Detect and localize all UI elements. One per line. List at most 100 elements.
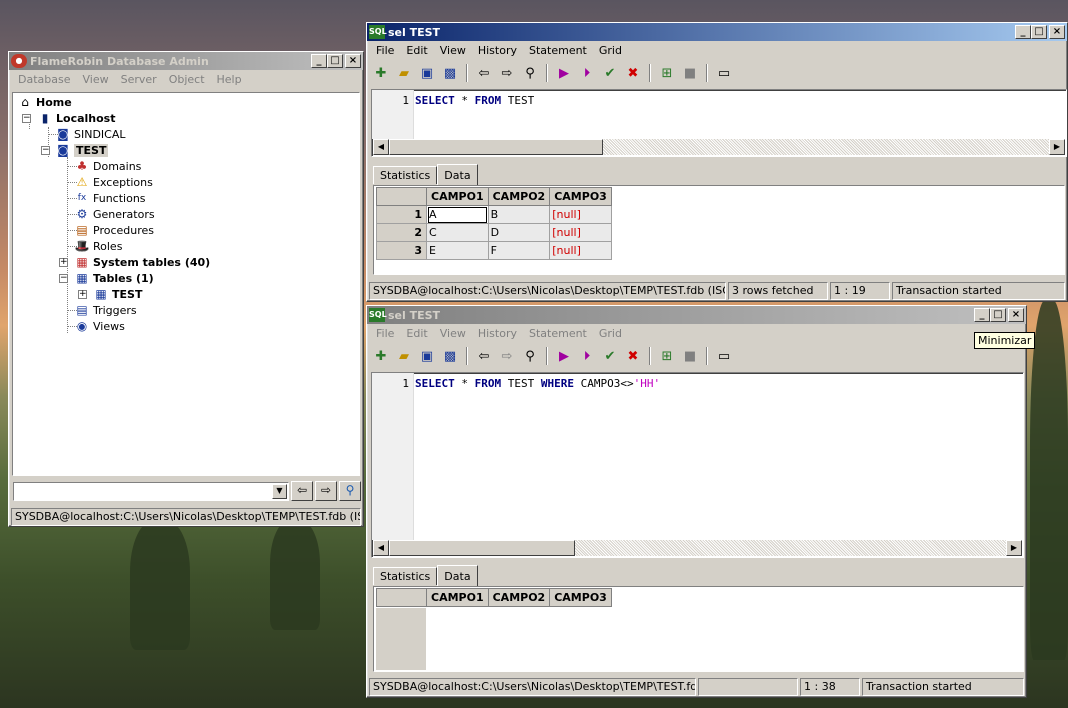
menu-view[interactable]: View xyxy=(434,44,472,57)
table-row[interactable]: 3 E F [null] xyxy=(376,241,612,260)
scroll-right-arrow[interactable]: ▶ xyxy=(1049,139,1065,155)
sql2-editor[interactable]: 1 SELECT * FROM TEST WHERE CAMPO3<>'HH' … xyxy=(371,372,1024,558)
forward-button[interactable]: ⇨ xyxy=(315,481,337,501)
tree-item-roles[interactable]: 🎩 Roles xyxy=(74,238,123,254)
menu-help[interactable]: Help xyxy=(211,73,248,86)
tab-statistics[interactable]: Statistics xyxy=(373,567,438,585)
tree-item-domains[interactable]: ♣ Domains xyxy=(74,158,142,174)
toggle-split-icon[interactable]: ▭ xyxy=(714,63,734,83)
column-header[interactable]: CAMPO3 xyxy=(549,187,612,206)
delete-row-icon[interactable]: ■ xyxy=(680,346,700,366)
rollback-x-icon[interactable]: ✖ xyxy=(623,63,643,83)
menu-file[interactable]: File xyxy=(370,44,400,57)
horizontal-scrollbar[interactable]: ◀ ▶ xyxy=(373,540,1022,556)
minimize-button[interactable]: _ xyxy=(311,54,327,68)
maximize-button[interactable]: □ xyxy=(327,54,343,68)
close-button[interactable]: × xyxy=(345,54,361,68)
column-header[interactable]: CAMPO2 xyxy=(487,187,551,206)
sql1-editor[interactable]: 1 SELECT * FROM TEST ◀ ▶ xyxy=(371,89,1067,157)
tree-item-triggers[interactable]: ▤ Triggers xyxy=(74,302,136,318)
scroll-left-arrow[interactable]: ◀ xyxy=(373,139,389,155)
grid-cell[interactable]: E xyxy=(426,241,489,260)
execute-selection-icon[interactable]: ⏵ xyxy=(577,346,597,366)
menu-view[interactable]: View xyxy=(77,73,115,86)
menu-grid[interactable]: Grid xyxy=(593,44,628,57)
maximize-button[interactable]: □ xyxy=(990,308,1006,322)
row-number[interactable]: 2 xyxy=(376,223,427,242)
tree-item-home[interactable]: ⌂ Home xyxy=(17,94,72,110)
scroll-right-arrow[interactable]: ▶ xyxy=(1006,540,1022,556)
expand-toggle[interactable]: + xyxy=(59,258,68,267)
sql2-data-grid[interactable]: CAMPO1 CAMPO2 CAMPO3 xyxy=(373,586,1024,672)
scroll-left-arrow[interactable]: ◀ xyxy=(373,540,389,556)
delete-row-icon[interactable]: ■ xyxy=(680,63,700,83)
execute-selection-icon[interactable]: ⏵ xyxy=(577,63,597,83)
tree-item-functions[interactable]: fx Functions xyxy=(74,190,146,206)
minimize-button[interactable]: _ xyxy=(1015,25,1031,39)
menu-edit[interactable]: Edit xyxy=(400,327,433,340)
close-button[interactable]: × xyxy=(1008,308,1024,322)
grid-cell[interactable]: C xyxy=(426,223,489,242)
table-row[interactable]: 1 A B [null] xyxy=(376,205,612,224)
scroll-thumb[interactable] xyxy=(389,139,603,155)
maximize-button[interactable]: □ xyxy=(1031,25,1047,39)
grid-cell[interactable]: D xyxy=(487,223,551,242)
row-number[interactable]: 1 xyxy=(376,205,427,224)
column-header[interactable]: CAMPO1 xyxy=(426,187,489,206)
tree-item-localhost[interactable]: ▮ Localhost xyxy=(37,110,116,126)
tree-item-system-tables[interactable]: ▦ System tables (40) xyxy=(74,254,210,270)
menu-view[interactable]: View xyxy=(434,327,472,340)
grid-cell[interactable]: F xyxy=(487,241,551,260)
tree-item-procedures[interactable]: ▤ Procedures xyxy=(74,222,154,238)
column-header[interactable]: CAMPO2 xyxy=(487,588,551,607)
column-header[interactable]: CAMPO1 xyxy=(426,588,489,607)
save-icon[interactable]: ▣ xyxy=(417,346,437,366)
execute-icon[interactable]: ▶ xyxy=(554,63,574,83)
menu-database[interactable]: Database xyxy=(12,73,77,86)
menu-history[interactable]: History xyxy=(472,327,523,340)
expand-toggle[interactable]: + xyxy=(78,290,87,299)
tree-item-tables[interactable]: ▦ Tables (1) xyxy=(74,270,153,286)
sql1-data-grid[interactable]: CAMPO1 CAMPO2 CAMPO3 1 A B [null] 2 C D … xyxy=(373,185,1065,275)
toggle-split-icon[interactable]: ▭ xyxy=(714,346,734,366)
chevron-down-icon[interactable]: ▼ xyxy=(272,484,287,499)
grid-cell[interactable]: A xyxy=(426,205,489,224)
scroll-thumb[interactable] xyxy=(389,540,575,556)
history-search-icon[interactable]: ⚲ xyxy=(520,346,540,366)
save-as-icon[interactable]: ▩ xyxy=(440,346,460,366)
tree-item-sindical[interactable]: ◙ SINDICAL xyxy=(55,126,125,142)
insert-row-icon[interactable]: ⊞ xyxy=(657,63,677,83)
tab-data[interactable]: Data xyxy=(437,565,478,586)
collapse-toggle[interactable]: − xyxy=(59,274,68,283)
minimize-button[interactable]: _ xyxy=(974,308,990,322)
menu-edit[interactable]: Edit xyxy=(400,44,433,57)
history-back-icon[interactable]: ⇦ xyxy=(474,63,494,83)
tree-item-exceptions[interactable]: ⚠ Exceptions xyxy=(74,174,153,190)
menu-object[interactable]: Object xyxy=(163,73,211,86)
open-folder-icon[interactable]: ▰ xyxy=(394,346,414,366)
menu-grid[interactable]: Grid xyxy=(593,327,628,340)
row-number[interactable]: 3 xyxy=(376,241,427,260)
tab-statistics[interactable]: Statistics xyxy=(373,166,438,184)
history-search-icon[interactable]: ⚲ xyxy=(520,63,540,83)
commit-check-icon[interactable]: ✔ xyxy=(600,63,620,83)
search-button[interactable]: ⚲ xyxy=(339,481,361,501)
collapse-toggle[interactable]: − xyxy=(41,146,50,155)
history-forward-icon[interactable]: ⇨ xyxy=(497,63,517,83)
close-button[interactable]: × xyxy=(1049,25,1065,39)
tree-item-test-db[interactable]: ◙ TEST xyxy=(55,142,109,158)
menu-file[interactable]: File xyxy=(370,327,400,340)
commit-check-icon[interactable]: ✔ xyxy=(600,346,620,366)
save-as-icon[interactable]: ▩ xyxy=(440,63,460,83)
grid-cell[interactable]: [null] xyxy=(549,223,612,242)
tree-item-views[interactable]: ◉ Views xyxy=(74,318,125,334)
new-file-icon[interactable]: ✚ xyxy=(371,346,391,366)
menu-server[interactable]: Server xyxy=(115,73,163,86)
search-combo[interactable]: ▼ xyxy=(13,482,289,501)
menu-statement[interactable]: Statement xyxy=(523,44,593,57)
menu-history[interactable]: History xyxy=(472,44,523,57)
execute-icon[interactable]: ▶ xyxy=(554,346,574,366)
back-button[interactable]: ⇦ xyxy=(291,481,313,501)
table-row[interactable]: 2 C D [null] xyxy=(376,223,612,242)
grid-cell[interactable]: [null] xyxy=(549,205,612,224)
